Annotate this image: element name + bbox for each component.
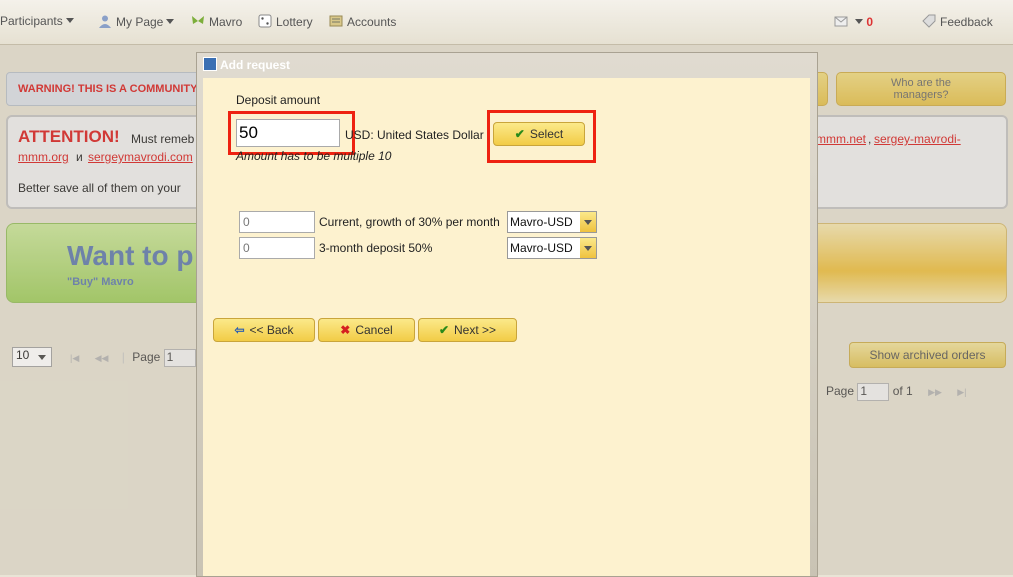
participants-label: Participants <box>0 14 63 28</box>
dialog-title: Add request <box>220 58 291 72</box>
dialog-title-bar: Add request <box>203 57 290 72</box>
highlight-select <box>487 110 596 163</box>
tag-icon <box>922 14 936 28</box>
accounts-label: Accounts <box>347 15 397 29</box>
my-page-label: My Page <box>116 15 164 29</box>
top-navigation: Participants My Page Mavro Lottery Accou… <box>0 0 1013 45</box>
deposit-label: Deposit amount <box>236 93 321 107</box>
close-icon: ✖ <box>340 323 351 337</box>
row1-amount-input[interactable]: 0 <box>239 211 315 233</box>
checkmark-icon: ✔ <box>438 323 450 337</box>
cancel-button[interactable]: ✖ Cancel <box>318 318 415 342</box>
nav-accounts[interactable]: Accounts <box>329 14 396 29</box>
mavro-label: Mavro <box>209 15 243 29</box>
row1-currency-value: Mavro-USD <box>510 215 573 229</box>
nav-participants[interactable]: Participants <box>0 14 74 28</box>
amount-hint: Amount has to be multiple 10 <box>236 149 392 163</box>
accounts-icon <box>329 14 343 28</box>
nav-my-page[interactable]: My Page <box>98 14 175 29</box>
chevron-down-icon <box>580 238 596 258</box>
row2-label: 3-month deposit 50% <box>319 241 433 255</box>
nav-messages[interactable]: 0 <box>834 14 873 29</box>
dice-icon <box>258 14 272 28</box>
envelope-icon <box>834 14 848 28</box>
butterfly-icon <box>191 14 205 28</box>
nav-lottery[interactable]: Lottery <box>258 14 313 29</box>
next-label: Next >> <box>454 323 497 337</box>
chevron-down-icon <box>580 212 596 232</box>
lottery-label: Lottery <box>276 15 313 29</box>
currency-label: USD: United States Dollar <box>345 128 484 142</box>
row2-currency-select[interactable]: Mavro-USD <box>507 237 597 259</box>
feedback-label: Feedback <box>940 15 993 29</box>
chevron-down-icon <box>65 18 74 23</box>
next-button[interactable]: ✔ Next >> <box>418 318 517 342</box>
chevron-down-icon <box>855 19 863 24</box>
row1-currency-select[interactable]: Mavro-USD <box>507 211 597 233</box>
user-icon <box>98 14 112 28</box>
nav-feedback[interactable]: Feedback <box>922 14 993 29</box>
row2-amount-input[interactable]: 0 <box>239 237 315 259</box>
arrow-left-icon: ⇦ <box>234 323 245 337</box>
row2-currency-value: Mavro-USD <box>510 241 573 255</box>
nav-mavro[interactable]: Mavro <box>191 14 242 29</box>
back-label: << Back <box>249 323 294 337</box>
messages-count: 0 <box>866 15 874 29</box>
back-button[interactable]: ⇦ << Back <box>213 318 315 342</box>
cancel-label: Cancel <box>355 323 393 337</box>
chevron-down-icon <box>166 19 175 24</box>
row1-label: Current, growth of 30% per month <box>319 215 500 229</box>
save-icon <box>203 57 217 71</box>
